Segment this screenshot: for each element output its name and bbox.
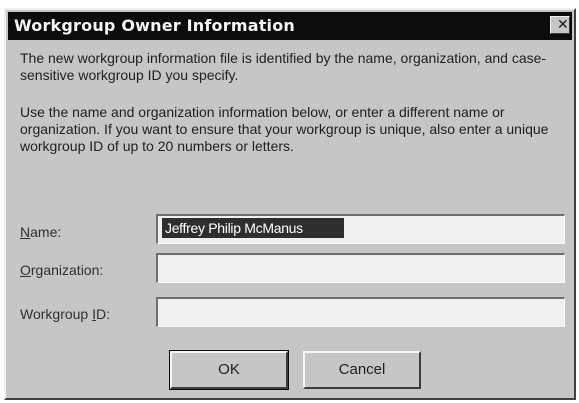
organization-label: Organization: xyxy=(20,262,104,278)
organization-field[interactable] xyxy=(156,253,565,283)
dialog-title: Workgroup Owner Information xyxy=(14,16,296,35)
ok-button[interactable]: OK xyxy=(169,350,289,390)
workgroup-id-label: Workgroup ID: xyxy=(20,306,110,322)
workgroup-id-field[interactable] xyxy=(156,297,565,327)
close-button[interactable]: ✕ xyxy=(550,16,570,34)
title-bar[interactable]: Workgroup Owner Information ✕ xyxy=(8,12,572,40)
cancel-button[interactable]: Cancel xyxy=(303,351,421,389)
name-field-selected-text: Jeffrey Philip McManus xyxy=(162,218,344,238)
name-label: Name: xyxy=(20,224,62,240)
description-paragraph-2: Use the name and organization informatio… xyxy=(20,104,549,154)
description-paragraph-1: The new workgroup information file is id… xyxy=(20,50,547,83)
close-icon: ✕ xyxy=(557,17,569,33)
